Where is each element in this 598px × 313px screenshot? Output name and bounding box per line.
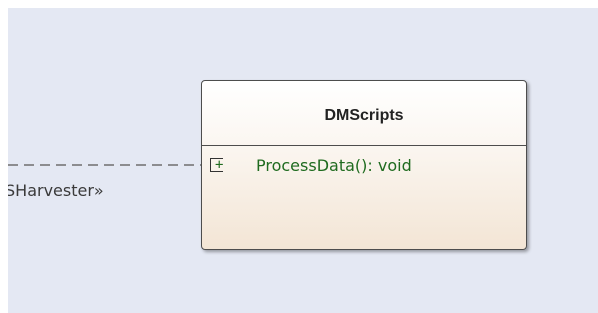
class-name: DMScripts (324, 107, 404, 124)
operation-visibility: + (215, 157, 224, 173)
class-header: DMScripts (202, 81, 526, 146)
operation-signature[interactable]: ProcessData(): void (256, 156, 412, 175)
diagram-canvas[interactable]: SHarvester» DMScripts + ProcessData(): v… (8, 8, 598, 313)
connector-stereotype-label: SHarvester» (8, 181, 104, 200)
class-element[interactable]: DMScripts + ProcessData(): void (201, 80, 527, 250)
